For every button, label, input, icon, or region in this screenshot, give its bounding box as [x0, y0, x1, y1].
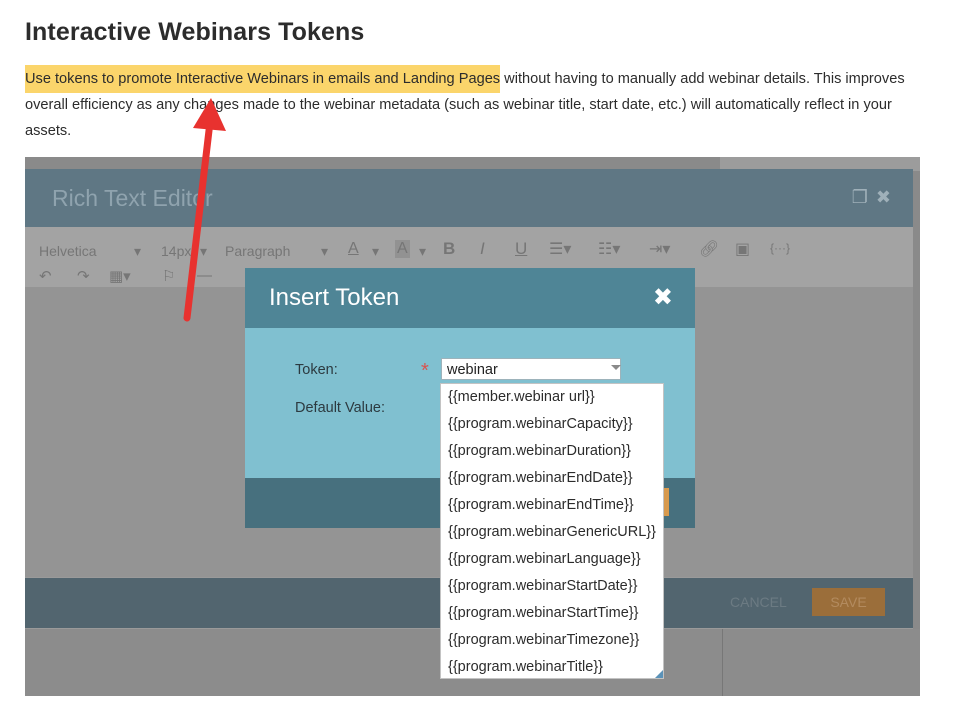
- list-item[interactable]: {{program.webinarDuration}}: [441, 438, 663, 465]
- block-format-caret-icon[interactable]: ▾: [321, 243, 328, 260]
- list-item[interactable]: {{program.webinarTitle}}: [441, 654, 663, 681]
- editor-title: Rich Text Editor: [52, 185, 213, 211]
- token-suggestions-list: {{member.webinar url}} {{program.webinar…: [440, 383, 664, 679]
- bold-icon[interactable]: B: [443, 239, 455, 259]
- close-icon[interactable]: ✖: [876, 187, 891, 207]
- text-color-icon[interactable]: A: [348, 240, 359, 258]
- list-item[interactable]: {{program.webinarGenericURL}}: [441, 519, 663, 546]
- list-item[interactable]: {{program.webinarEndTime}}: [441, 492, 663, 519]
- undo-icon[interactable]: ↶: [39, 267, 52, 285]
- list-item[interactable]: {{program.webinarStartTime}}: [441, 600, 663, 627]
- redo-icon[interactable]: ↷: [77, 267, 90, 285]
- font-family-caret-icon[interactable]: ▾: [134, 243, 141, 260]
- list-item[interactable]: {{program.webinarCapacity}}: [441, 411, 663, 438]
- align-icon[interactable]: ☰▾: [549, 239, 571, 259]
- required-marker: *: [421, 360, 429, 382]
- italic-icon[interactable]: I: [480, 239, 485, 259]
- bookmark-icon[interactable]: ⚐: [162, 267, 175, 285]
- horizontal-rule-icon[interactable]: —: [197, 267, 212, 284]
- save-button[interactable]: SAVE: [812, 588, 885, 616]
- token-input[interactable]: [441, 358, 621, 380]
- intro-paragraph: Use tokens to promote Interactive Webina…: [25, 65, 930, 144]
- list-item[interactable]: {{program.webinarStartDate}}: [441, 573, 663, 600]
- background-color-icon[interactable]: A: [395, 240, 410, 258]
- page-title: Interactive Webinars Tokens: [25, 18, 365, 46]
- font-size-caret-icon[interactable]: ▾: [200, 243, 207, 260]
- list-item[interactable]: {{program.webinarEndDate}}: [441, 465, 663, 492]
- list-item[interactable]: {{member.webinar url}}: [441, 384, 663, 411]
- code-icon[interactable]: {···}: [770, 241, 790, 255]
- dialog-header: Insert Token ✖: [245, 268, 695, 328]
- table-icon[interactable]: ▦▾: [109, 267, 131, 285]
- chevron-down-icon[interactable]: [611, 365, 621, 370]
- dialog-title: Insert Token: [269, 284, 400, 311]
- indent-icon[interactable]: ⇥▾: [649, 239, 670, 259]
- font-size-select[interactable]: 14px: [161, 243, 191, 259]
- default-value-label: Default Value:: [295, 400, 386, 416]
- resize-handle-icon[interactable]: [655, 670, 663, 678]
- window-controls: ❐ ✖: [844, 187, 891, 208]
- highlighted-text: Use tokens to promote Interactive Webina…: [25, 65, 501, 93]
- editor-header: Rich Text Editor ❐ ✖: [25, 169, 913, 227]
- list-item[interactable]: {{program.webinarTimezone}}: [441, 627, 663, 654]
- font-family-select[interactable]: Helvetica: [39, 243, 97, 259]
- divider: [722, 629, 723, 696]
- token-label: Token:: [295, 362, 338, 378]
- background-color-caret-icon[interactable]: ▾: [419, 243, 426, 260]
- list-item[interactable]: {{program.webinarLanguage}}: [441, 546, 663, 573]
- list-icon[interactable]: ☷▾: [598, 239, 620, 259]
- close-icon[interactable]: ✖: [653, 283, 673, 312]
- block-format-select[interactable]: Paragraph: [225, 243, 290, 259]
- restore-icon[interactable]: ❐: [852, 187, 868, 207]
- cancel-button[interactable]: CANCEL: [730, 594, 787, 610]
- image-icon[interactable]: ▣: [735, 239, 750, 259]
- text-color-caret-icon[interactable]: ▾: [372, 243, 379, 260]
- underline-icon[interactable]: U: [515, 239, 527, 259]
- link-icon[interactable]: 🔗︎: [699, 239, 719, 259]
